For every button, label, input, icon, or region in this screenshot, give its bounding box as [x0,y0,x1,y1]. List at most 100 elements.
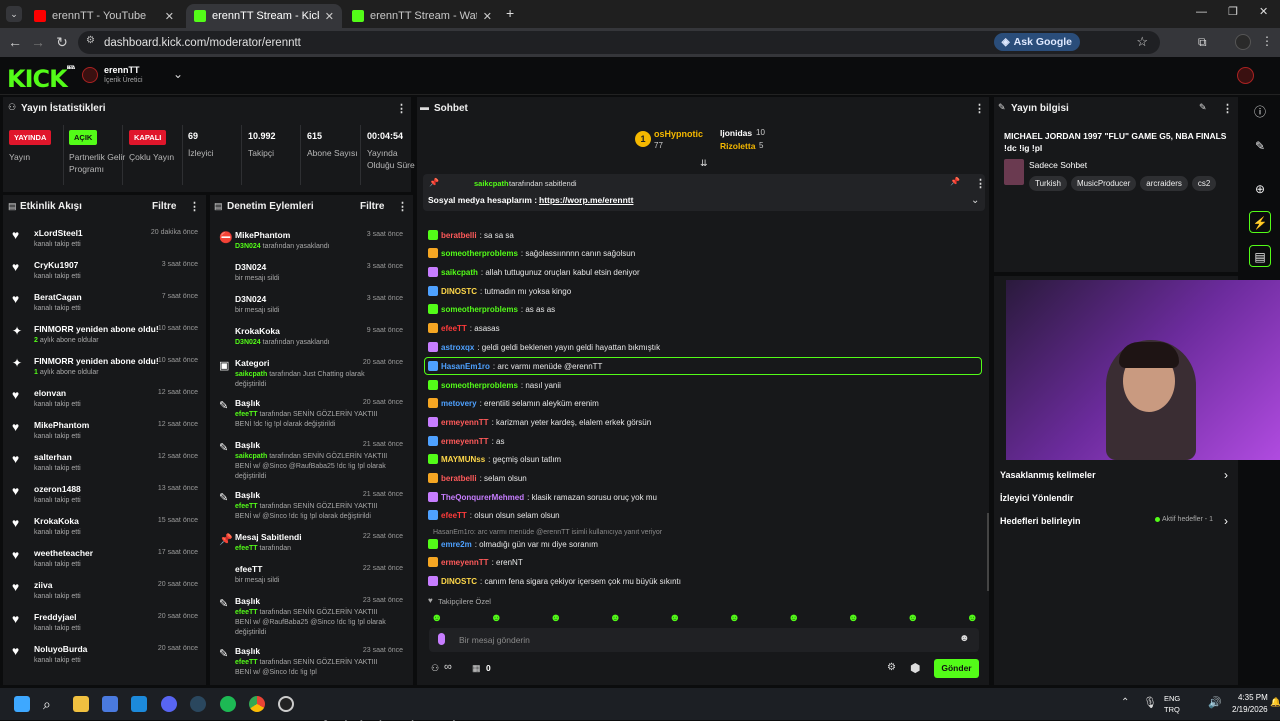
stream-tag[interactable]: MusicProducer [1070,176,1137,191]
stream-tag[interactable]: Turkish [1029,176,1067,191]
tab-youtube[interactable]: erennTT - YouTube ✕ [26,4,182,28]
activity-filter-button[interactable]: Filtre [152,201,176,212]
clock-time[interactable]: 4:35 PM [1238,693,1268,702]
obs-icon[interactable] [278,696,294,712]
chevron-down-icon[interactable]: ⌄ [173,67,183,81]
volume-icon[interactable]: 🔊 [1208,696,1222,709]
chat-message[interactable]: emre2m: olmadığı gün var mı diye soranım [428,537,598,551]
chat-username[interactable]: ermeyennTT [441,437,489,446]
unpin-icon[interactable]: 📌 [950,177,960,186]
target-icon[interactable]: ⊕ [1249,178,1271,200]
chat-message[interactable]: someotherproblems: sağolassıınnnn canın … [428,246,635,260]
emote-icon[interactable]: ☻ [491,612,503,624]
activity-item[interactable]: ♥ weetheteacher kanalı takip etti 17 saat ö… [3,545,206,575]
mod-action-item[interactable]: ✎ Başlık saikcpath tarafından SENİN GÖZLER… [210,438,413,480]
activity-item[interactable]: ♥ salterhan kanalı takip etti 12 saat önce [3,449,206,479]
chrome-icon[interactable] [249,696,265,712]
chat-username[interactable]: DINOSTC [441,577,477,586]
chat-message[interactable]: ermeyennTT: karizman yeter kardeş, elale… [428,415,651,429]
stream-tag[interactable]: cs2 [1191,176,1217,191]
tab-kick-watch[interactable]: erennTT Stream - Watch Live o ✕ [344,4,500,28]
activity-item[interactable]: ✦ FINMORR yeniden abone oldu! 2 aylık abon… [3,321,206,351]
chat-username[interactable]: beratbelli [441,231,477,240]
emote-icon[interactable]: ☻ [788,612,800,624]
notification-icon[interactable]: 🔔 [1270,697,1280,708]
activity-item[interactable]: ♥ ziiva kanalı takip etti 20 saat önce [3,577,206,607]
chevron-down-icon[interactable]: ⌄ [971,195,979,206]
chat-username[interactable]: efeeTT [441,511,467,520]
emote-icon[interactable]: ☻ [729,612,741,624]
activity-item[interactable]: ♥ MikePhantom kanalı takip etti 12 saat önc… [3,417,206,447]
clock-date[interactable]: 2/19/2026 [1232,705,1268,714]
lightning-icon[interactable]: ⚡ [1249,211,1271,233]
chat-username[interactable]: beratbelli [441,474,477,483]
extensions-icon[interactable]: ⧉ [1198,35,1207,50]
activity-item[interactable]: ♥ BeratCagan kanalı takip etti 7 saat önce [3,289,206,319]
profile-avatar[interactable] [1235,34,1251,50]
chat-message[interactable]: DINOSTC: tutmadın mı yoksa kingo [428,284,571,298]
emote-icon[interactable]: ☻ [431,612,443,624]
new-tab-button[interactable]: + [506,5,514,21]
tab-kick-dashboard[interactable]: erennTT Stream - Kick Dashboa ✕ [186,4,342,28]
chat-scrollbar[interactable] [987,513,989,591]
chat-username[interactable]: emre2m [441,540,472,549]
chevron-right-icon[interactable]: › [1224,514,1228,528]
stream-tool-link[interactable]: Hedefleri belirleyin [1000,516,1081,526]
file-explorer-icon[interactable] [73,696,89,712]
mod-action-item[interactable]: ✎ Başlık efeeTT tarafından SENİN GÖZLERİN … [210,644,413,684]
reload-icon[interactable]: ↻ [50,34,74,51]
emote-icon[interactable]: ☻ [610,612,622,624]
chat-username[interactable]: HasanEm1ro [441,362,490,371]
activity-item[interactable]: ♥ CryKu1907 kanalı takip etti 3 saat önce [3,257,206,287]
back-icon[interactable]: ← [3,34,27,50]
chat-username[interactable]: astroxqx [441,343,474,352]
stream-tool-link[interactable]: İzleyici Yönlendir [1000,493,1073,503]
info-icon[interactable]: ⓘ [1249,101,1271,123]
chat-username[interactable]: metovery [441,399,477,408]
tray-chevron-icon[interactable]: ⌃ [1121,697,1129,708]
user-avatar[interactable] [1237,67,1254,84]
pinned-message[interactable]: 📌 saikcpath tarafından sabitlendi Sosyal… [423,174,986,211]
search-icon[interactable]: ⌕ [43,696,59,712]
url-field[interactable]: ⚙ dashboard.kick.com/moderator/erenntt ⌕… [78,31,1160,54]
chat-username[interactable]: ermeyennTT [441,558,489,567]
chat-username[interactable]: someotherproblems [441,249,518,258]
minimize-button[interactable]: — [1196,6,1207,18]
mod-action-item[interactable]: ▣ Kategori saikcpath tarafından Just Chatt… [210,356,413,396]
chat-username[interactable]: someotherproblems [441,305,518,314]
activity-item[interactable]: ♥ xLordSteel1 kanalı takip etti 20 dakika ö… [3,225,206,255]
tab-search-button[interactable]: ⌄ [6,6,22,22]
app-icon[interactable] [131,696,147,712]
chat-message[interactable]: HasanEm1ro: arc varmı menüde @erennTT [428,359,602,373]
store-app-icon[interactable] [102,696,118,712]
chat-message[interactable]: astroxqx: geldi geldi beklenen yayın gel… [428,340,660,354]
more-options-icon[interactable]: ⋮ [974,102,985,115]
emote-icon[interactable]: ☻ [967,612,979,624]
chat-message[interactable]: DINOSTC: canım fena sigara çekiyor içers… [428,574,681,588]
emote-icon[interactable]: ☻ [848,612,860,624]
chat-username[interactable]: saikcpath [441,268,478,277]
chat-username[interactable]: DINOSTC [441,287,477,296]
activity-item[interactable]: ♥ elonvan kanalı takip etti 12 saat önce [3,385,206,415]
chat-message[interactable]: someotherproblems: nasıl yanii [428,378,561,392]
emote-icon[interactable]: ☻ [907,612,919,624]
send-button[interactable]: Gönder [934,659,979,678]
chat-message[interactable]: efeeTT: asasas [428,321,500,335]
window-close-button[interactable]: ✕ [1259,5,1268,18]
chat-message[interactable]: efeeTT: olsun olsun selam olsun [428,508,560,522]
settings-gear-icon[interactable]: ⚙ [887,662,896,673]
chat-input[interactable]: Bir mesaj gönderin ☻ [429,628,979,652]
chat-username[interactable]: TheQonqurerMehmed [441,493,524,502]
chat-message[interactable]: MAYMUNss: geçmiş olsun tatlım [428,452,561,466]
chat-username[interactable]: someotherproblems [441,381,518,390]
kick-logo[interactable]: KICKBETA [7,65,75,93]
channel-avatar[interactable] [82,67,98,83]
browser-menu-icon[interactable]: ⋮ [1261,34,1273,48]
emote-icon[interactable]: ☻ [550,612,562,624]
more-options-icon[interactable]: ⋮ [396,102,407,115]
users-icon[interactable]: ⚇ [431,663,439,674]
leaderboard-expand-icon[interactable]: ⇊ [700,158,708,169]
chat-username[interactable]: efeeTT [441,324,467,333]
chat-bot-icon[interactable]: ⬢ [910,661,920,675]
stream-tool-link[interactable]: Yasaklanmış kelimeler [1000,470,1096,480]
